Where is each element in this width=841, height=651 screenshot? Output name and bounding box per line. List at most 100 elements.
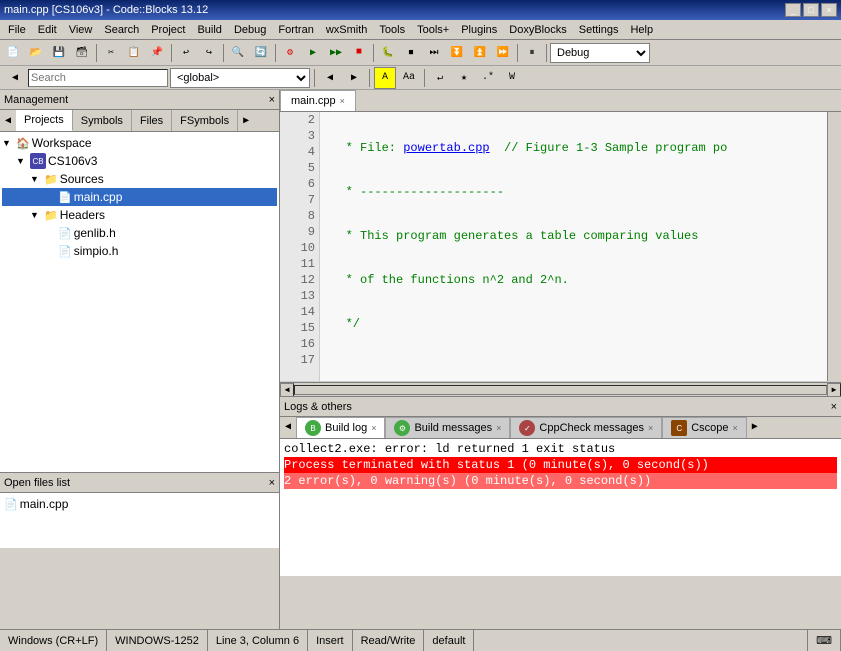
save-all-button[interactable]: 🗃	[71, 42, 93, 64]
close-button[interactable]: ×	[821, 3, 837, 17]
debug-next-button[interactable]: ⏭	[423, 42, 445, 64]
menu-fortran[interactable]: Fortran	[272, 23, 319, 37]
workspace-expand-icon[interactable]: ▼	[2, 138, 16, 148]
undo-button[interactable]: ↩	[175, 42, 197, 64]
project-expand-icon[interactable]: ▼	[16, 156, 30, 166]
debug-out-button[interactable]: ⏫	[469, 42, 491, 64]
open-files-close-icon[interactable]: ×	[269, 477, 275, 489]
new-button[interactable]: 📄	[2, 42, 24, 64]
open-file-item[interactable]: 📄 main.cpp	[2, 495, 277, 513]
menu-tools-plus[interactable]: Tools+	[411, 23, 455, 37]
tree-workspace[interactable]: ▼ 🏠 Workspace	[2, 134, 277, 152]
h-scroll-left[interactable]: ◀	[280, 383, 294, 397]
menu-tools[interactable]: Tools	[373, 23, 411, 37]
debug-button[interactable]: 🐛	[377, 42, 399, 64]
tab-projects[interactable]: Projects	[16, 110, 73, 131]
match-case-button[interactable]: Aa	[398, 67, 420, 89]
menu-file[interactable]: File	[2, 23, 32, 37]
debug-stop-button[interactable]: ⏹	[400, 42, 422, 64]
management-close-icon[interactable]: ×	[269, 94, 275, 106]
bookmark-toggle[interactable]: ★	[453, 67, 475, 89]
redo-button[interactable]: ↪	[198, 42, 220, 64]
replace-button[interactable]: 🔄	[250, 42, 272, 64]
search-prev-button[interactable]: ◀	[4, 67, 26, 89]
open-button[interactable]: 📂	[25, 42, 47, 64]
tab-fsymbols[interactable]: FSymbols	[172, 110, 238, 131]
logs-close-icon[interactable]: ×	[831, 401, 837, 413]
build-config-dropdown[interactable]: Debug Release	[550, 43, 650, 63]
debug-step-button[interactable]: ⏬	[446, 42, 468, 64]
headers-expand-icon[interactable]: ▼	[30, 210, 44, 220]
menu-search[interactable]: Search	[98, 23, 145, 37]
editor-v-scrollbar[interactable]	[827, 112, 841, 381]
menu-wxsmith[interactable]: wxSmith	[320, 23, 374, 37]
run-button[interactable]: ▶	[302, 42, 324, 64]
log-line-3: 2 error(s), 0 warning(s) (0 minute(s), 0…	[284, 473, 837, 489]
h-scroll-right[interactable]: ▶	[827, 383, 841, 397]
tree-sources[interactable]: ▼ 📁 Sources	[2, 170, 277, 188]
menu-edit[interactable]: Edit	[32, 23, 63, 37]
status-read-write: Read/Write	[353, 630, 425, 651]
word-wrap-button[interactable]: ↵	[429, 67, 451, 89]
logs-tab-next[interactable]: ▶	[747, 416, 763, 438]
whole-word-button[interactable]: W	[501, 67, 523, 89]
paste-button[interactable]: 📌	[146, 42, 168, 64]
editor-tab-main-cpp[interactable]: main.cpp ×	[280, 90, 356, 111]
stop-button[interactable]: ■	[348, 42, 370, 64]
toolbar-separator-4	[275, 44, 276, 62]
menu-help[interactable]: Help	[624, 23, 659, 37]
cppcheck-close-icon[interactable]: ×	[648, 423, 653, 433]
menu-doxyblocks[interactable]: DoxyBlocks	[503, 23, 572, 37]
search-sep-3	[424, 69, 425, 87]
editor-h-scrollbar[interactable]: ◀ ▶	[280, 382, 841, 396]
logs-tab-cppcheck[interactable]: ✓ CppCheck messages ×	[510, 417, 662, 438]
tree-main-cpp[interactable]: 📄 main.cpp	[2, 188, 277, 206]
sources-expand-icon[interactable]: ▼	[30, 174, 44, 184]
logs-tab-cscope[interactable]: C Cscope ×	[662, 417, 747, 438]
tab-files[interactable]: Files	[132, 110, 172, 131]
tree-headers[interactable]: ▼ 📁 Headers	[2, 206, 277, 224]
menu-view[interactable]: View	[63, 23, 99, 37]
maximize-button[interactable]: □	[803, 3, 819, 17]
minimize-button[interactable]: _	[785, 3, 801, 17]
menu-settings[interactable]: Settings	[573, 23, 625, 37]
build-run-button[interactable]: ▶▶	[325, 42, 347, 64]
build-messages-close-icon[interactable]: ×	[496, 423, 501, 433]
build-log-close-icon[interactable]: ×	[371, 423, 376, 433]
debug-run-to-button[interactable]: ⏩	[492, 42, 514, 64]
editor-tab-close-icon[interactable]: ×	[340, 96, 345, 106]
logs-tab-build-messages[interactable]: ⚙ Build messages ×	[385, 417, 510, 438]
build-button[interactable]: ⚙	[279, 42, 301, 64]
nav-forward-button[interactable]: ▶	[343, 67, 365, 89]
nav-back-button[interactable]: ◀	[319, 67, 341, 89]
menu-debug[interactable]: Debug	[228, 23, 272, 37]
copy-button[interactable]: 📋	[123, 42, 145, 64]
pause-button[interactable]: ⏸	[521, 42, 543, 64]
find-button[interactable]: 🔍	[227, 42, 249, 64]
logs-header: Logs & others ×	[280, 397, 841, 417]
tab-prev-button[interactable]: ◀	[0, 110, 16, 132]
save-button[interactable]: 💾	[48, 42, 70, 64]
menu-build[interactable]: Build	[191, 23, 227, 37]
search-input[interactable]	[28, 69, 168, 87]
h-scroll-track[interactable]	[294, 385, 827, 395]
project-tree[interactable]: ▼ 🏠 Workspace ▼ CB CS106v3 ▼ 📁 Sources 📄…	[0, 132, 279, 472]
cut-button[interactable]: ✂	[100, 42, 122, 64]
logs-tab-prev[interactable]: ◀	[280, 416, 296, 438]
open-files-panel: Open files list × 📄 main.cpp	[0, 472, 279, 552]
tree-simpio-h[interactable]: 📄 simpio.h	[2, 242, 277, 260]
cppcheck-label: CppCheck messages	[539, 422, 644, 434]
logs-tab-build-log[interactable]: B Build log ×	[296, 417, 385, 438]
highlight-button[interactable]: A	[374, 67, 396, 89]
tree-project[interactable]: ▼ CB CS106v3	[2, 152, 277, 170]
tree-genlib-h[interactable]: 📄 genlib.h	[2, 224, 277, 242]
menu-project[interactable]: Project	[145, 23, 191, 37]
tab-symbols[interactable]: Symbols	[73, 110, 132, 131]
code-content[interactable]: * File: powertab.cpp // Figure 1-3 Sampl…	[320, 112, 827, 381]
menu-plugins[interactable]: Plugins	[455, 23, 503, 37]
regex-button[interactable]: .*	[477, 67, 499, 89]
global-scope-dropdown[interactable]: <global>	[170, 68, 310, 88]
tab-next-button[interactable]: ▶	[238, 110, 254, 132]
toolbar-separator-1	[96, 44, 97, 62]
cscope-close-icon[interactable]: ×	[733, 423, 738, 433]
